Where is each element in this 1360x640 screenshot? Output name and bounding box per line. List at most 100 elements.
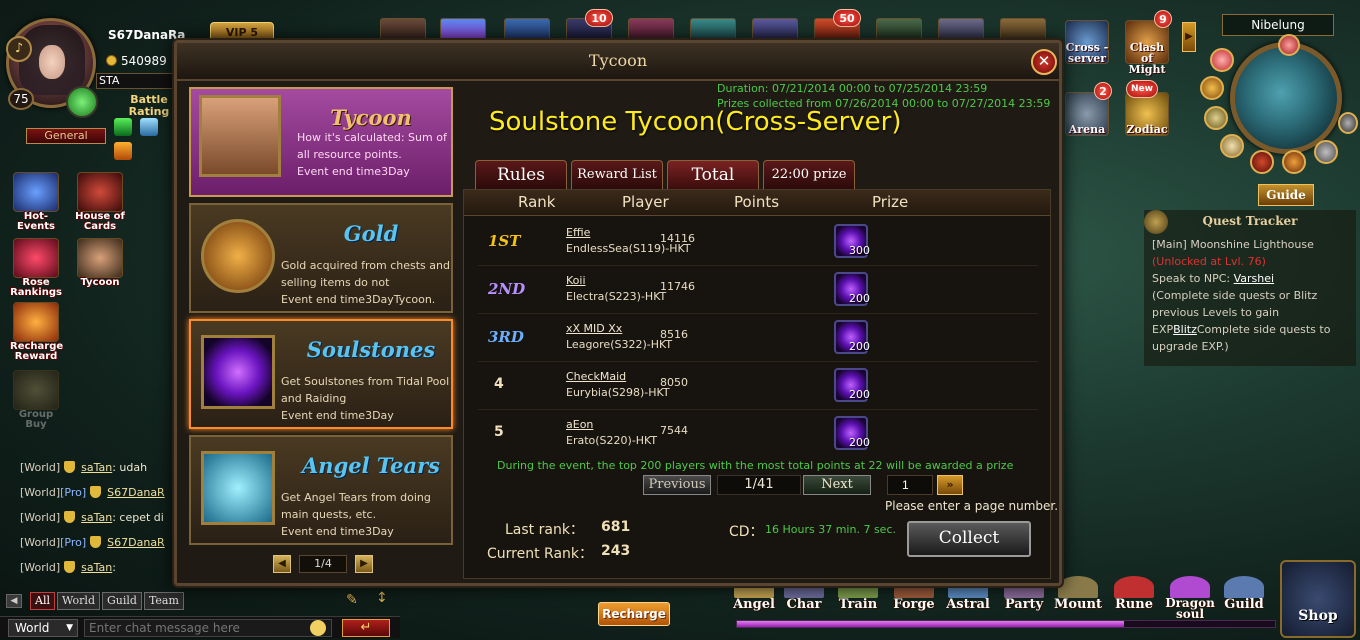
chat-tab-guild[interactable]: Guild xyxy=(101,592,142,610)
chat-sender-link[interactable]: saTan xyxy=(81,561,112,574)
player-name-link[interactable]: xX MID Xx xyxy=(566,322,622,335)
prize-quantity: 200 xyxy=(849,436,870,449)
shield-icon xyxy=(90,486,102,498)
tab-2200-prize[interactable]: 22:00 prize xyxy=(763,160,855,190)
send-button[interactable]: ↵ xyxy=(342,619,390,637)
zodiac-button[interactable]: Zodiac New xyxy=(1124,80,1170,136)
table-row: 1ST Effie EndlessSea(S119)-HKT 14116 300 xyxy=(478,218,1038,266)
recharge-button[interactable]: Recharge xyxy=(598,602,670,626)
rose-rankings-icon xyxy=(13,238,59,278)
menu-dragon-soul[interactable]: Dragon soul xyxy=(1162,576,1218,620)
chat-collapse-icon[interactable]: ◀ xyxy=(6,594,22,608)
menu-label: Rune xyxy=(1115,597,1153,612)
recharge-reward-button[interactable]: Recharge Reward xyxy=(10,302,63,362)
go-to-page-icon[interactable]: » xyxy=(937,475,963,495)
close-button[interactable]: ✕ xyxy=(1031,49,1057,75)
buff-icon[interactable] xyxy=(114,142,132,160)
player-server: Leagore(S322)-HKT xyxy=(566,338,673,351)
prize-quantity: 200 xyxy=(849,340,870,353)
chat-sender-link[interactable]: S67DanaR xyxy=(107,536,165,549)
column-rank: Rank xyxy=(518,193,556,211)
player-name-link[interactable]: Koii xyxy=(566,274,586,287)
collapse-arrow-icon[interactable]: ▶ xyxy=(1182,22,1196,52)
arena-button[interactable]: Arena 2 xyxy=(1064,82,1112,136)
tab-rules[interactable]: Rules xyxy=(475,160,567,190)
next-button[interactable]: Next xyxy=(803,475,871,495)
chat-tab-world[interactable]: World xyxy=(56,592,100,610)
player-name-link[interactable]: aEon xyxy=(566,418,593,431)
category-desc: Gold acquired from chests and selling it… xyxy=(281,257,453,308)
battle-rating-icon[interactable] xyxy=(66,86,98,118)
soulstone-icon xyxy=(201,335,275,409)
chat-sender-link[interactable]: saTan xyxy=(81,511,112,524)
tab-reward-list[interactable]: Reward List xyxy=(571,160,663,190)
tab-total[interactable]: Total xyxy=(667,160,759,190)
category-soulstones[interactable]: Soulstones Get Soulstones from Tidal Poo… xyxy=(189,319,453,429)
player-name-link[interactable]: Effie xyxy=(566,226,590,239)
gear-icon[interactable] xyxy=(1314,140,1338,164)
category-angel-tears[interactable]: Angel Tears Get Angel Tears from doing m… xyxy=(189,435,453,545)
rank-label: 1ST xyxy=(488,232,521,250)
house-of-cards-button[interactable]: House of Cards xyxy=(74,172,126,232)
quest-body: [Main] Moonshine Lighthouse (Unlocked at… xyxy=(1152,236,1352,355)
broom-icon[interactable]: ✎ xyxy=(346,592,364,610)
hot-events-label: Hot-Events xyxy=(17,211,55,232)
chat-sender-link[interactable]: S67DanaR xyxy=(107,486,165,499)
page-number-input[interactable] xyxy=(887,475,933,495)
player-name-link[interactable]: CheckMaid xyxy=(566,370,626,383)
player-points: 14116 xyxy=(660,232,695,245)
group-buy-button[interactable]: Group Buy xyxy=(10,370,62,430)
heart-icon[interactable] xyxy=(1210,48,1234,72)
chat-sender-link[interactable]: saTan xyxy=(81,461,112,474)
last-rank-label: Last rank： xyxy=(505,522,584,538)
shop-button[interactable] xyxy=(1280,560,1356,638)
quest-unlock-note: (Unlocked at Lvl. 76) xyxy=(1152,255,1266,268)
vip-badge[interactable]: VIP 5 xyxy=(210,22,274,42)
guide-button[interactable]: Guide xyxy=(1258,184,1314,206)
group-buy-label: Group Buy xyxy=(18,409,54,430)
cross-server-button[interactable]: Cross -server xyxy=(1064,20,1110,64)
emoji-icon[interactable] xyxy=(310,620,326,636)
prev-page-icon[interactable]: ◀ xyxy=(273,555,291,573)
player-points: 8516 xyxy=(660,328,688,341)
fullscreen-icon[interactable] xyxy=(1338,112,1358,134)
next-page-icon[interactable]: ▶ xyxy=(355,555,373,573)
mail-icon[interactable] xyxy=(1220,134,1244,158)
buff-icon[interactable] xyxy=(140,118,158,136)
settings-icon[interactable] xyxy=(1282,150,1306,174)
guild-rank-label: General xyxy=(26,128,106,144)
chat-channel-select[interactable]: World ▼ xyxy=(8,619,78,637)
category-tycoon[interactable]: Tycoon How it's calculated: Sum of all r… xyxy=(189,87,453,197)
hot-events-button[interactable]: Hot-Events xyxy=(10,172,62,232)
clock-icon[interactable] xyxy=(1204,106,1228,130)
menu-guild[interactable]: Guild xyxy=(1216,576,1272,612)
clash-of-might-button[interactable]: Clash of Might 9 xyxy=(1124,10,1172,76)
npc-link[interactable]: Varshei xyxy=(1234,272,1274,285)
menu-label: Angel xyxy=(733,597,775,612)
previous-button[interactable]: Previous xyxy=(643,475,711,495)
gold-icon[interactable] xyxy=(1200,76,1224,100)
menu-rune[interactable]: Rune xyxy=(1106,576,1162,612)
category-title: Soulstones xyxy=(306,337,436,362)
collect-button[interactable]: Collect xyxy=(907,521,1031,557)
chat-tab-team[interactable]: Team xyxy=(143,592,184,610)
crown-icon[interactable] xyxy=(1250,150,1274,174)
resize-icon[interactable]: ↕ xyxy=(376,590,390,610)
buff-icon[interactable] xyxy=(114,118,132,136)
quest-name[interactable]: Moonshine Lighthouse xyxy=(1190,238,1314,251)
current-rank-value: 243 xyxy=(601,543,631,559)
category-gold[interactable]: Gold Gold acquired from chests and selli… xyxy=(189,203,453,313)
chat-message: [World] saTan: xyxy=(0,555,185,580)
event-duration: Duration: 07/21/2014 00:00 to 07/25/2014… xyxy=(717,82,988,95)
tycoon-shortcut-button[interactable]: Tycoon xyxy=(74,238,126,288)
sound-toggle-icon[interactable]: ♪ xyxy=(6,36,32,62)
chat-input[interactable] xyxy=(84,619,332,637)
page-indicator: 1/41 xyxy=(717,475,801,495)
rose-rankings-button[interactable]: Rose Rankings xyxy=(10,238,62,298)
clash-of-might-label: Clash of Might xyxy=(1128,41,1166,76)
minimap[interactable] xyxy=(1230,42,1342,154)
blitz-link[interactable]: Blitz xyxy=(1173,323,1197,336)
feather-icon[interactable] xyxy=(1278,34,1300,56)
chat-tab-all[interactable]: All xyxy=(30,592,55,610)
chat-message-text: : xyxy=(112,561,116,574)
